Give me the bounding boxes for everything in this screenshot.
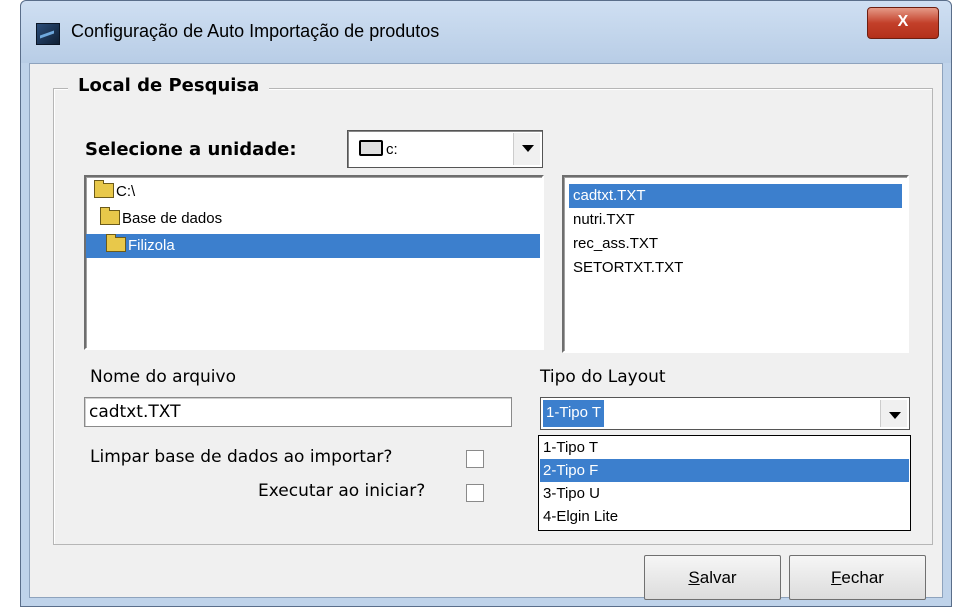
- folder-open-icon: [94, 180, 114, 198]
- run-on-start-checkbox[interactable]: [466, 484, 484, 502]
- layout-value: 1-Tipo T: [543, 400, 605, 427]
- directory-item-label: C:\: [116, 183, 136, 200]
- save-button-label: alvar: [699, 568, 737, 587]
- file-list[interactable]: cadtxt.TXT nutri.TXT rec_ass.TXT SETORTX…: [562, 175, 909, 353]
- chevron-down-icon[interactable]: [880, 400, 907, 427]
- folder-open-icon: [106, 234, 126, 252]
- directory-item[interactable]: Filizola: [86, 234, 540, 258]
- filename-label: Nome do arquivo: [90, 367, 236, 387]
- directory-item[interactable]: Base de dados: [100, 207, 222, 231]
- file-item[interactable]: SETORTXT.TXT: [573, 256, 683, 280]
- folder-open-icon: [100, 207, 120, 225]
- close-button-label: echar: [841, 568, 884, 587]
- close-button-accelerator: F: [831, 568, 842, 587]
- directory-item[interactable]: C:\: [94, 180, 135, 204]
- file-item[interactable]: cadtxt.TXT: [569, 184, 902, 208]
- layout-option[interactable]: 1-Tipo T: [540, 436, 909, 459]
- layout-dropdown-list[interactable]: 1-Tipo T 2-Tipo F 3-Tipo U 4-Elgin Lite: [538, 435, 911, 531]
- layout-option[interactable]: 4-Elgin Lite: [540, 505, 909, 528]
- file-item[interactable]: rec_ass.TXT: [573, 232, 658, 256]
- save-button-accelerator: S: [688, 568, 700, 587]
- layout-select[interactable]: 1-Tipo T: [540, 397, 910, 430]
- clear-db-checkbox[interactable]: [466, 450, 484, 468]
- clear-db-label: Limpar base de dados ao importar?: [90, 447, 393, 467]
- file-item[interactable]: nutri.TXT: [573, 208, 635, 232]
- layout-option[interactable]: 3-Tipo U: [540, 482, 909, 505]
- app-icon: [36, 23, 60, 45]
- chevron-down-icon[interactable]: [513, 133, 540, 165]
- window-title: Configuração de Auto Importação de produ…: [71, 21, 440, 41]
- group-legend: Local de Pesquisa: [68, 75, 270, 96]
- directory-list[interactable]: C:\ Base de dados Filizola: [84, 175, 544, 350]
- layout-label: Tipo do Layout: [540, 367, 666, 387]
- close-button[interactable]: Fechar: [789, 555, 926, 600]
- drive-value: c:: [386, 141, 398, 158]
- directory-item-label: Base de dados: [122, 210, 223, 227]
- dialog-window: Configuração de Auto Importação de produ…: [20, 0, 952, 607]
- drive-label: Selecione a unidade:: [85, 139, 297, 160]
- filename-field[interactable]: cadtxt.TXT: [84, 397, 512, 427]
- drive-icon: [359, 140, 383, 156]
- drive-select[interactable]: c:: [347, 130, 543, 168]
- directory-item-label: Filizola: [128, 237, 175, 254]
- filename-value: cadtxt.TXT: [89, 402, 181, 422]
- layout-option[interactable]: 2-Tipo F: [540, 459, 909, 482]
- run-on-start-label: Executar ao iniciar?: [258, 481, 426, 501]
- close-window-button[interactable]: X: [867, 7, 939, 39]
- save-button[interactable]: Salvar: [644, 555, 781, 600]
- dialog-client-area: Local de Pesquisa Selecione a unidade: c…: [29, 63, 943, 600]
- title-bar[interactable]: Configuração de Auto Importação de produ…: [21, 1, 951, 63]
